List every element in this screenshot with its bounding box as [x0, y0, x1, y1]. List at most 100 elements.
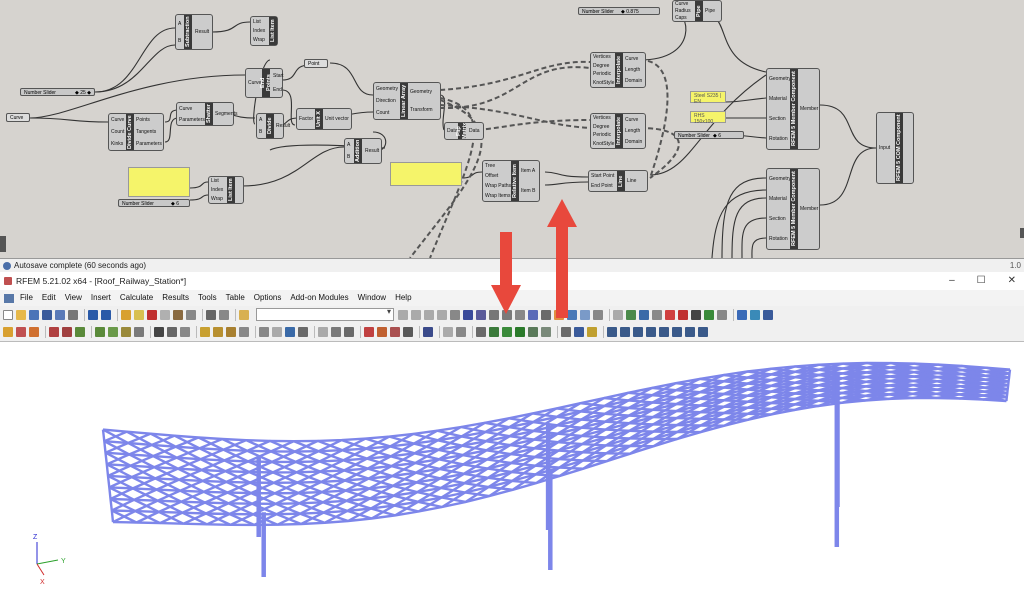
divide-curve-component[interactable]: Curve Count Kinks Divide Curve Points Tange… [108, 113, 164, 151]
divide-member-icon[interactable] [318, 327, 328, 337]
transparency-icon[interactable] [593, 309, 603, 320]
menu-table[interactable]: Table [226, 290, 245, 306]
coordinate-system-icon[interactable] [456, 327, 466, 337]
curve-param[interactable]: Curve [6, 113, 30, 122]
shatter-component[interactable]: Curve Parameters Shatter Segments [176, 102, 238, 126]
render-icon[interactable] [528, 309, 538, 320]
relative-item-component[interactable]: Tree Offset Wrap Paths Wrap Items Relative … [482, 160, 540, 202]
smooth-icon[interactable] [541, 327, 551, 337]
offset-panel[interactable] [390, 162, 462, 186]
view-icon[interactable] [515, 309, 525, 320]
model-viewport[interactable]: Z Y X [0, 342, 1024, 591]
line-support-icon[interactable] [167, 327, 177, 337]
interpolate-component-2[interactable]: Vertices Degree Periodic KnotStyle Interpol… [590, 113, 646, 149]
interpolate-component[interactable]: Vertices Degree Periodic KnotStyle Interpol… [590, 52, 646, 88]
divide-component[interactable]: AB Divide Result [256, 113, 290, 139]
intersect-icon[interactable] [344, 327, 354, 337]
numbering-icon[interactable] [613, 309, 623, 320]
table-icon[interactable] [206, 309, 216, 320]
view-user-icon[interactable] [698, 327, 708, 337]
list-item-component[interactable]: List Index Wrap List Item [250, 16, 278, 46]
flip-matrix-component[interactable]: Data Flip Matrix Data [444, 122, 484, 140]
load-case-select[interactable] [256, 307, 394, 321]
menu-help[interactable]: Help [395, 290, 411, 306]
arc-icon[interactable] [75, 327, 85, 337]
close-x-icon[interactable] [678, 309, 688, 320]
tape-icon[interactable] [574, 327, 584, 337]
open-folder-icon[interactable] [16, 309, 26, 320]
visibility-icon[interactable] [443, 327, 453, 337]
pipe-component[interactable]: Curve Radius Caps Pipe Pipe [672, 0, 722, 22]
animation-icon[interactable] [528, 327, 538, 337]
list-item-component-2[interactable]: List Index Wrap List Item [208, 176, 244, 204]
menu-calculate[interactable]: Calculate [120, 290, 153, 306]
undo-icon[interactable] [88, 309, 98, 320]
comment-icon[interactable] [377, 327, 387, 337]
number-slider-radius[interactable]: Number Slider ◆ 0.875 [578, 7, 660, 15]
rfem-member-component-2[interactable]: Geometry Material Section Rotation RFEM 5 M… [766, 168, 820, 250]
subtraction-component[interactable]: AB Subtraction Result [175, 14, 213, 50]
member-display-icon[interactable] [652, 309, 662, 320]
number-slider-rotation[interactable]: Number Slider ◆ 6 [674, 131, 744, 139]
menu-file[interactable]: File [20, 290, 33, 306]
point-param[interactable]: Point [304, 59, 328, 68]
scale-icon[interactable] [298, 327, 308, 337]
connect-icon[interactable] [331, 327, 341, 337]
next-icon[interactable] [411, 309, 421, 320]
wireframe-icon[interactable] [567, 309, 577, 320]
number-slider-count[interactable]: Number Slider ◆ 25 ◆ [20, 88, 95, 96]
view-front-icon[interactable] [620, 327, 630, 337]
linear-array-component[interactable]: Geometry Direction Count Linear Array Geom… [373, 82, 441, 120]
menu-options[interactable]: Options [254, 290, 282, 306]
view-top-icon[interactable] [607, 327, 617, 337]
print-icon[interactable] [68, 309, 78, 320]
line-display-icon[interactable] [626, 309, 636, 320]
canvas-scrollbar-right[interactable] [1020, 228, 1024, 238]
ruler-icon[interactable] [502, 309, 512, 320]
results-icon[interactable] [424, 309, 434, 320]
view-side-icon[interactable] [633, 327, 643, 337]
section-icon[interactable] [134, 327, 144, 337]
results-combo-icon[interactable] [502, 327, 512, 337]
polyline-icon[interactable] [62, 327, 72, 337]
canvas-scrollbar[interactable] [0, 236, 6, 252]
search-icon[interactable] [134, 309, 144, 320]
new-line-icon[interactable] [29, 327, 39, 337]
mirror-icon[interactable] [285, 327, 295, 337]
view-iso-icon[interactable] [646, 327, 656, 337]
model-check-icon[interactable] [423, 327, 433, 337]
close-button[interactable]: ✕ [1008, 272, 1016, 290]
view-back-icon[interactable] [659, 327, 669, 337]
nodal-load-icon[interactable] [200, 327, 210, 337]
dimension-icon[interactable] [364, 327, 374, 337]
menu-tools[interactable]: Tools [198, 290, 217, 306]
move-icon[interactable] [259, 327, 269, 337]
number-slider-index[interactable]: Number Slider ◆ 6 [118, 199, 190, 207]
cut-icon[interactable] [121, 309, 131, 320]
view-perspective-icon[interactable] [685, 327, 695, 337]
new-node-icon[interactable] [16, 327, 26, 337]
save-icon[interactable] [42, 309, 52, 320]
menu-add-on-modules[interactable]: Add-on Modules [290, 290, 348, 306]
surface-load-icon[interactable] [226, 327, 236, 337]
redo-icon[interactable] [101, 309, 111, 320]
solid-icon[interactable] [580, 309, 590, 320]
load-case-icon[interactable] [239, 309, 249, 320]
mesh-icon[interactable] [489, 309, 499, 320]
minimize-button[interactable]: – [949, 272, 955, 290]
solid-create-icon[interactable] [108, 327, 118, 337]
roof-structure-model[interactable]: Z Y X [0, 342, 1024, 591]
grasshopper-canvas[interactable]: Number Slider ◆ 25 ◆ Number Slider ◆ 0.8… [0, 0, 1024, 258]
surface-icon[interactable] [476, 309, 486, 320]
line-component[interactable]: Start Point End Point Line Line [588, 170, 648, 192]
member-forces-icon[interactable] [450, 309, 460, 320]
menu-view[interactable]: View [65, 290, 82, 306]
plug-icon[interactable] [691, 309, 701, 320]
view-bottom-icon[interactable] [672, 327, 682, 337]
zoom-icon[interactable] [147, 309, 157, 320]
end-points-component[interactable]: Curve End Points Start End [245, 68, 284, 98]
hinge-icon[interactable] [180, 327, 190, 337]
previous-icon[interactable] [398, 309, 408, 320]
link-icon[interactable] [717, 309, 727, 320]
graphic-icon[interactable] [515, 327, 525, 337]
